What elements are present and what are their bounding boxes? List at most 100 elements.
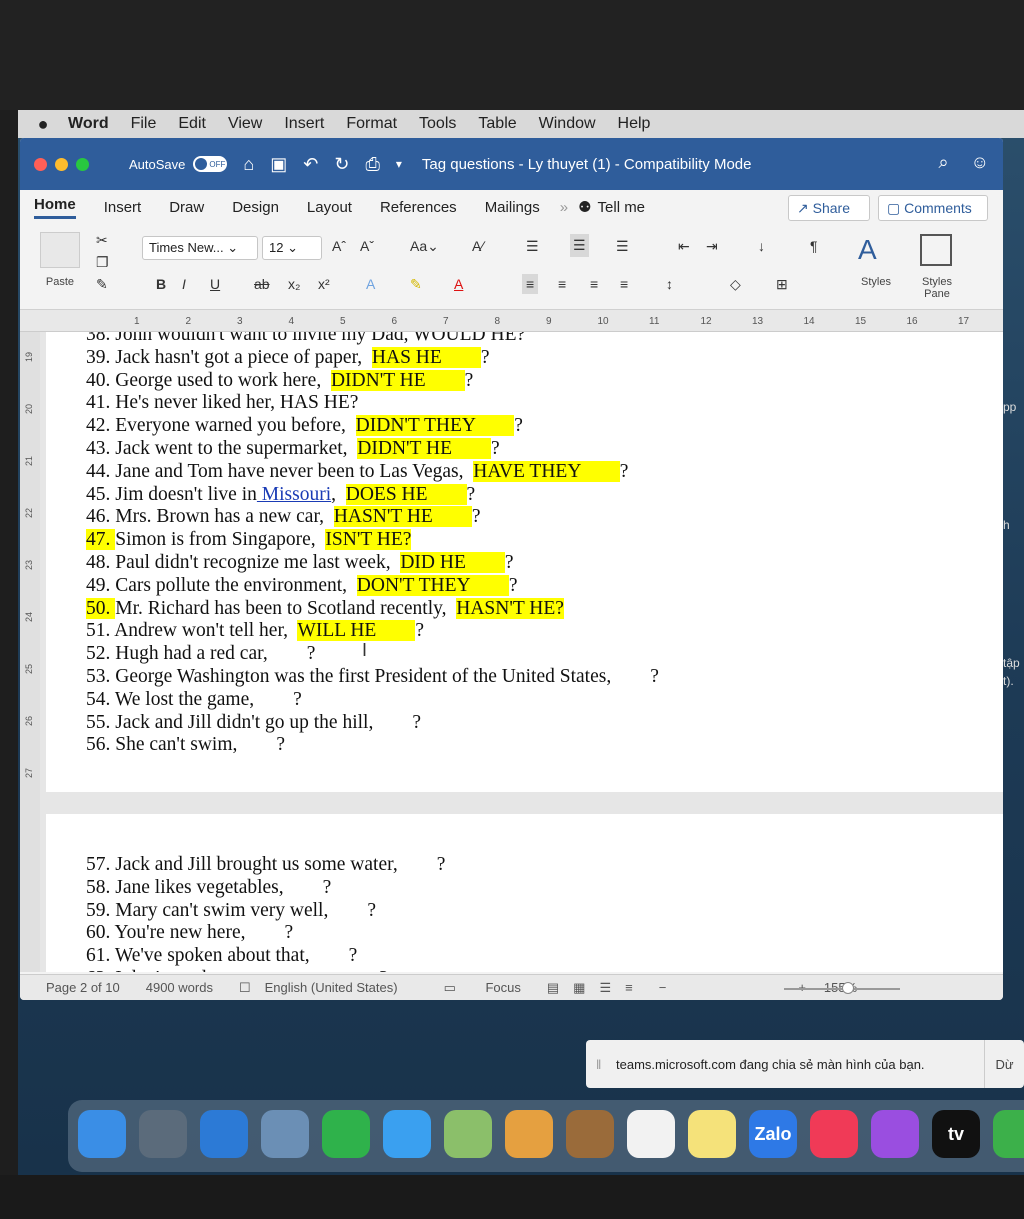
- change-case-icon[interactable]: Aa⌄: [410, 238, 439, 255]
- menu-window[interactable]: Window: [539, 115, 596, 133]
- draft-icon[interactable]: ≡: [625, 980, 633, 995]
- document-line[interactable]: 55. Jack and Jill didn't go up the hill,…: [86, 712, 421, 734]
- document-line[interactable]: 38. John wouldn't want to invite my Dad,…: [86, 332, 525, 346]
- styles-pane-label[interactable]: Styles Pane: [910, 276, 964, 300]
- italic-button[interactable]: I: [182, 276, 186, 292]
- redo-icon[interactable]: ↻: [334, 154, 349, 175]
- web-layout-icon[interactable]: ▦: [573, 980, 585, 996]
- customize-toolbar-icon[interactable]: ▾: [396, 157, 402, 171]
- undo-icon[interactable]: ↶: [303, 154, 318, 175]
- tab-references[interactable]: References: [380, 199, 457, 216]
- zoom-window-button[interactable]: [76, 157, 89, 171]
- apple-icon[interactable]: ●: [18, 114, 68, 135]
- zalo-icon[interactable]: Zalo: [749, 1110, 797, 1158]
- print-icon[interactable]: ⎙: [365, 154, 379, 175]
- styles-pane-icon[interactable]: [920, 234, 952, 266]
- numbers-icon[interactable]: [993, 1110, 1024, 1158]
- finder-icon[interactable]: [78, 1110, 126, 1158]
- vertical-ruler[interactable]: 19 20 21 22 23 24 25 26 27: [20, 332, 40, 972]
- menu-format[interactable]: Format: [346, 115, 397, 133]
- document-line[interactable]: 52. Hugh had a red car, ?: [86, 643, 315, 665]
- align-right-icon[interactable]: ≡: [590, 276, 598, 292]
- reminders-icon[interactable]: [627, 1110, 675, 1158]
- horizontal-ruler[interactable]: 1 2 3 4 5 6 7 8 9 10 11 12 13 14 15 16 17: [20, 310, 1003, 332]
- document-line[interactable]: 62. I don't need to say any more, ?: [86, 968, 388, 972]
- tab-insert[interactable]: Insert: [104, 199, 142, 216]
- document-line[interactable]: 57. Jack and Jill brought us some water,…: [86, 854, 445, 876]
- document-line[interactable]: 48. Paul didn't recognize me last week, …: [86, 552, 514, 574]
- styles-icon[interactable]: A: [858, 234, 877, 266]
- proofing-icon[interactable]: ☐: [239, 980, 251, 996]
- document-line[interactable]: 41. He's never liked her, HAS HE?: [86, 392, 358, 414]
- decrease-indent-icon[interactable]: ⇤: [678, 238, 690, 255]
- music-icon[interactable]: [810, 1110, 858, 1158]
- photos-icon[interactable]: [505, 1110, 553, 1158]
- font-color-icon[interactable]: A: [454, 276, 463, 292]
- zoom-slider-handle[interactable]: [842, 982, 854, 994]
- hyperlink[interactable]: Missouri: [257, 484, 331, 505]
- document-line[interactable]: 47. Simon is from Singapore, ISN'T HE?: [86, 529, 412, 551]
- safari-icon[interactable]: [200, 1110, 248, 1158]
- menu-word[interactable]: Word: [68, 115, 109, 133]
- multilevel-list-icon[interactable]: ☰: [616, 238, 629, 255]
- document-line[interactable]: 56. She can't swim, ?: [86, 734, 285, 756]
- document-line[interactable]: 46. Mrs. Brown has a new car, HASN'T HE …: [86, 506, 481, 528]
- menu-help[interactable]: Help: [618, 115, 651, 133]
- document-line[interactable]: 59. Mary can't swim very well, ?: [86, 900, 376, 922]
- zoom-out-button[interactable]: −: [659, 980, 667, 995]
- page-2[interactable]: 38. John wouldn't want to invite my Dad,…: [46, 332, 1003, 792]
- bold-button[interactable]: B: [156, 276, 166, 292]
- superscript-button[interactable]: x²: [318, 276, 330, 292]
- podcasts-icon[interactable]: [871, 1110, 919, 1158]
- language[interactable]: English (United States): [265, 980, 398, 995]
- line-spacing-icon[interactable]: ↕: [666, 276, 673, 292]
- tv-icon[interactable]: tv: [932, 1110, 980, 1158]
- autosave-toggle[interactable]: OFF: [193, 156, 228, 172]
- menu-edit[interactable]: Edit: [178, 115, 206, 133]
- copy-icon[interactable]: ❐: [96, 254, 109, 271]
- styles-label[interactable]: Styles: [856, 276, 896, 288]
- drag-handle-icon[interactable]: ‖: [596, 1057, 601, 1072]
- document-line[interactable]: 43. Jack went to the supermarket, DIDN'T…: [86, 438, 500, 460]
- align-center-icon[interactable]: ≡: [558, 276, 566, 292]
- underline-button[interactable]: U: [210, 276, 220, 292]
- shading-icon[interactable]: ◇: [730, 276, 741, 293]
- highlight-icon[interactable]: ✎: [410, 276, 422, 293]
- notebook-icon[interactable]: [566, 1110, 614, 1158]
- minimize-window-button[interactable]: [55, 157, 68, 171]
- document-line[interactable]: 53. George Washington was the first Pres…: [86, 666, 659, 688]
- document-line[interactable]: 60. You're new here, ?: [86, 922, 293, 944]
- document-line[interactable]: 44. Jane and Tom have never been to Las …: [86, 460, 628, 483]
- tab-draw[interactable]: Draw: [169, 199, 204, 216]
- notes-icon[interactable]: [688, 1110, 736, 1158]
- font-size-select[interactable]: 12 ⌄: [262, 236, 322, 260]
- menu-tools[interactable]: Tools: [419, 115, 456, 133]
- outline-icon[interactable]: ☰: [599, 980, 611, 996]
- menu-view[interactable]: View: [228, 115, 262, 133]
- tab-home[interactable]: Home: [34, 196, 76, 219]
- save-icon[interactable]: ▣: [270, 154, 287, 175]
- stop-sharing-button[interactable]: Dừ: [984, 1040, 1024, 1088]
- document-line[interactable]: 58. Jane likes vegetables, ?: [86, 877, 331, 899]
- menu-file[interactable]: File: [131, 115, 157, 133]
- document-line[interactable]: 54. We lost the game, ?: [86, 689, 302, 711]
- bullets-icon[interactable]: ☰: [526, 238, 539, 255]
- search-icon[interactable]: ⌕: [939, 152, 949, 173]
- document-line[interactable]: 40. George used to work here, DIDN'T HE …: [86, 369, 473, 392]
- clear-formatting-icon[interactable]: A∕: [472, 238, 484, 254]
- document-line[interactable]: 45. Jim doesn't live in Missouri, DOES H…: [86, 483, 475, 506]
- cut-icon[interactable]: ✂: [96, 232, 108, 249]
- increase-indent-icon[interactable]: ⇥: [706, 238, 718, 255]
- account-icon[interactable]: ☺: [971, 152, 989, 173]
- document-line[interactable]: 42. Everyone warned you before, DIDN'T T…: [86, 415, 523, 437]
- align-left-icon[interactable]: ≡: [522, 274, 539, 294]
- comments-button[interactable]: ▢ Comments: [878, 195, 988, 221]
- launchpad-icon[interactable]: [139, 1110, 187, 1158]
- document-line[interactable]: 49. Cars pollute the environment, DON'T …: [86, 574, 518, 597]
- close-window-button[interactable]: [34, 157, 47, 171]
- maps-icon[interactable]: [444, 1110, 492, 1158]
- messages-icon[interactable]: [383, 1110, 431, 1158]
- page-count[interactable]: Page 2 of 10: [46, 980, 120, 995]
- menu-table[interactable]: Table: [478, 115, 516, 133]
- tab-design[interactable]: Design: [232, 199, 279, 216]
